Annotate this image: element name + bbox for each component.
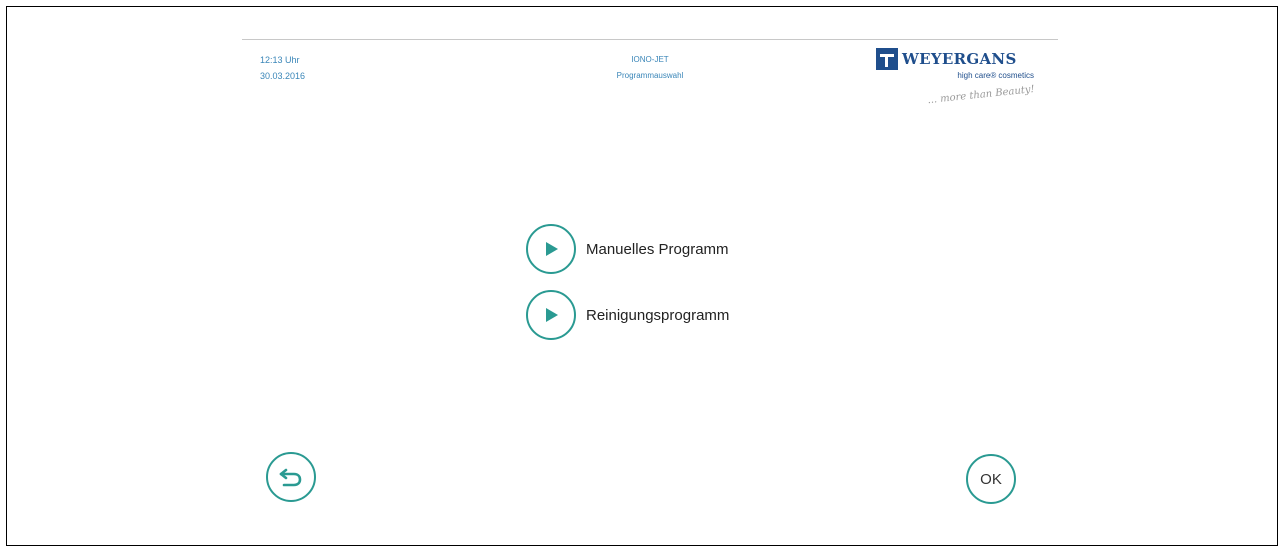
menu-item-manual-program[interactable]: Manuelles Programm	[526, 224, 729, 274]
back-button[interactable]	[266, 452, 316, 502]
menu-item-label: Manuelles Programm	[586, 240, 729, 258]
back-arrow-icon	[279, 468, 302, 487]
ok-button[interactable]: OK	[966, 454, 1016, 504]
logo-subtitle: high care® cosmetics	[957, 71, 1034, 80]
logo-mark-icon	[876, 48, 898, 70]
logo-brand-name: WEYERGANS	[902, 50, 1017, 68]
device-screen: 12:13 Uhr 30.03.2016 IONO-JET Programmau…	[242, 39, 1058, 540]
brand-logo: WEYERGANS high care® cosmetics ... more …	[876, 48, 1036, 128]
outer-frame: 12:13 Uhr 30.03.2016 IONO-JET Programmau…	[6, 6, 1278, 546]
menu-item-cleaning-program[interactable]: Reinigungsprogramm	[526, 290, 729, 340]
play-icon[interactable]	[526, 290, 576, 340]
logo-tagline: ... more than Beauty!	[926, 84, 1035, 107]
menu-item-label: Reinigungsprogramm	[586, 306, 730, 324]
play-icon[interactable]	[526, 224, 576, 274]
